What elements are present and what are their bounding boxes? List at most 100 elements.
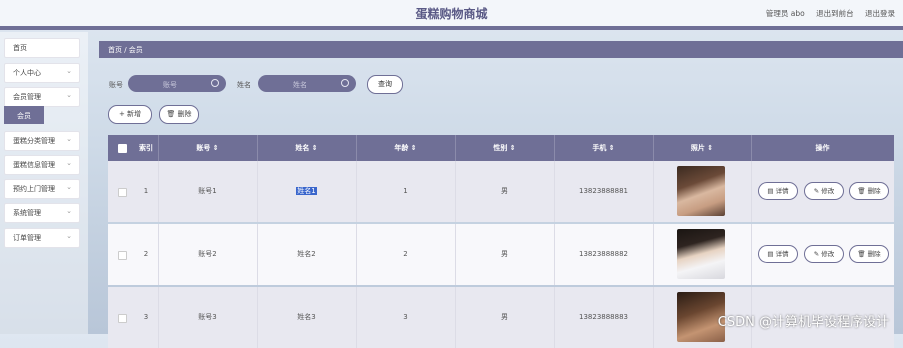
query-button[interactable]: 查询	[367, 75, 403, 94]
back-to-front-link[interactable]: 退出到前台	[816, 9, 854, 18]
row-delete-button[interactable]: 🗑 删除	[849, 245, 889, 263]
sidebar-item-label: 蛋糕信息管理	[13, 161, 55, 169]
sidebar-item-label: 会员管理	[13, 93, 41, 101]
delete-button-label: 删除	[177, 110, 192, 118]
detail-icon: ▤	[767, 250, 774, 258]
cell-photo	[653, 161, 752, 222]
edit-icon: ✎	[813, 187, 820, 195]
cell-photo	[653, 224, 752, 285]
row-checkbox[interactable]	[118, 314, 127, 323]
chevron-down-icon: ⌄	[66, 207, 72, 215]
top-right-links: 管理员 abo 退出到前台 退出登录	[757, 8, 895, 19]
trash-icon: 🗑	[857, 187, 866, 195]
sidebar-item-label: 个人中心	[13, 69, 41, 77]
name-search-input[interactable]: 姓名	[258, 75, 356, 92]
csdn-watermark: CSDN @计算机毕设程序设计	[717, 315, 889, 330]
search-icon	[211, 79, 219, 87]
sidebar-item-appointment[interactable]: 预约上门管理 ⌄	[4, 179, 80, 199]
sidebar-item-cake-info[interactable]: 蛋糕信息管理 ⌄	[4, 155, 80, 175]
sidebar-item-orders[interactable]: 订单管理 ⌄	[4, 228, 80, 248]
name-label: 姓名	[237, 81, 251, 89]
sidebar-item-label: 蛋糕分类管理	[13, 137, 55, 145]
detail-label: 详情	[775, 187, 789, 195]
sidebar-item-label: 系统管理	[13, 209, 41, 217]
detail-icon: ▤	[767, 187, 774, 195]
member-photo[interactable]	[677, 229, 725, 279]
chevron-down-icon: ⌄	[66, 183, 72, 191]
sidebar-item-cake-category[interactable]: 蛋糕分类管理 ⌄	[4, 131, 80, 151]
col-gender[interactable]: 性别 ⇕	[455, 135, 555, 161]
col-actions: 操作	[815, 144, 830, 152]
edit-button[interactable]: ✎ 修改	[804, 182, 844, 200]
sidebar: 首页 个人中心 ⌄ 会员管理 ⌄ 会员 蛋糕分类管理 ⌄ 蛋糕信息管理 ⌄ 预约…	[0, 32, 88, 334]
sidebar-item-members[interactable]: 会员管理 ⌄	[4, 87, 80, 107]
sidebar-item-label: 首页	[13, 44, 27, 52]
col-age[interactable]: 年龄 ⇕	[356, 135, 456, 161]
search-row: 账号 账号 姓名 姓名 查询	[99, 74, 899, 94]
account-search-input[interactable]: 账号	[128, 75, 226, 92]
cell-gender: 男	[455, 287, 555, 348]
edit-button[interactable]: ✎ 修改	[804, 245, 844, 263]
search-icon	[341, 79, 349, 87]
table-row: 2 账号2 姓名2 2 男 13823888882 ▤ 详情 ✎ 修改 🗑 删除	[108, 224, 894, 285]
trash-icon: 🗑	[166, 110, 176, 118]
edit-icon: ✎	[813, 250, 820, 258]
detail-button[interactable]: ▤ 详情	[758, 245, 798, 263]
col-name[interactable]: 姓名 ⇕	[257, 135, 357, 161]
sidebar-item-system[interactable]: 系统管理 ⌄	[4, 203, 80, 223]
account-placeholder: 账号	[163, 81, 177, 89]
cell-phone: 13823888882	[554, 224, 654, 285]
sidebar-item-home[interactable]: 首页	[4, 38, 80, 58]
col-account[interactable]: 账号 ⇕	[158, 135, 258, 161]
col-phone[interactable]: 手机 ⇕	[554, 135, 654, 161]
admin-label: 管理员 abo	[765, 9, 805, 18]
cell-actions: ▤ 详情 ✎ 修改 🗑 删除	[751, 224, 894, 285]
sidebar-item-label: 订单管理	[13, 234, 41, 242]
edit-label: 修改	[821, 187, 835, 195]
table-header: 索引 账号 ⇕ 姓名 ⇕ 年龄 ⇕ 性别 ⇕ 手机 ⇕ 照片 ⇕ 操作	[108, 135, 894, 161]
select-all-checkbox[interactable]	[118, 144, 127, 153]
detail-button[interactable]: ▤ 详情	[758, 182, 798, 200]
cell-gender: 男	[455, 161, 555, 222]
cell-index: 3	[134, 287, 159, 348]
sidebar-subitem-member[interactable]: 会员	[4, 106, 44, 124]
col-photo[interactable]: 照片 ⇕	[653, 135, 752, 161]
member-photo[interactable]	[677, 166, 725, 216]
row-delete-label: 删除	[867, 250, 881, 258]
chevron-down-icon: ⌄	[66, 135, 72, 143]
cell-index: 2	[134, 224, 159, 285]
breadcrumb: 首页 / 会员	[99, 41, 903, 58]
row-checkbox[interactable]	[118, 188, 127, 197]
table-row: 1 账号1 姓名1 1 男 13823888881 ▤ 详情 ✎ 修改 🗑 删除	[108, 161, 894, 222]
cell-index: 1	[134, 161, 159, 222]
top-bar: 蛋糕购物商城 管理员 abo 退出到前台 退出登录	[0, 0, 903, 30]
row-checkbox[interactable]	[118, 251, 127, 260]
sidebar-subitem-label: 会员	[17, 112, 31, 120]
trash-icon: 🗑	[857, 250, 866, 258]
cell-name: 姓名3	[257, 287, 357, 348]
chevron-down-icon: ⌄	[66, 232, 72, 240]
add-button[interactable]: + 新增	[108, 105, 152, 124]
row-delete-label: 删除	[867, 187, 881, 195]
chevron-down-icon: ⌄	[66, 67, 72, 75]
col-index: 索引	[134, 135, 159, 161]
selected-name-text: 姓名1	[296, 187, 317, 195]
cell-account: 账号2	[158, 224, 258, 285]
row-delete-button[interactable]: 🗑 删除	[849, 182, 889, 200]
chevron-down-icon: ⌄	[66, 91, 72, 99]
name-placeholder: 姓名	[293, 81, 307, 89]
cell-name: 姓名1	[257, 161, 357, 222]
cell-actions: ▤ 详情 ✎ 修改 🗑 删除	[751, 161, 894, 222]
chevron-down-icon: ⌄	[66, 159, 72, 167]
cell-age: 1	[356, 161, 456, 222]
breadcrumb-text[interactable]: 首页 / 会员	[108, 45, 143, 55]
cell-gender: 男	[455, 224, 555, 285]
cell-account: 账号1	[158, 161, 258, 222]
edit-label: 修改	[821, 250, 835, 258]
cell-age: 3	[356, 287, 456, 348]
logout-link[interactable]: 退出登录	[865, 9, 895, 18]
cell-phone: 13823888883	[554, 287, 654, 348]
account-label: 账号	[109, 81, 123, 89]
delete-button[interactable]: 🗑 删除	[159, 105, 199, 124]
sidebar-item-profile[interactable]: 个人中心 ⌄	[4, 63, 80, 83]
